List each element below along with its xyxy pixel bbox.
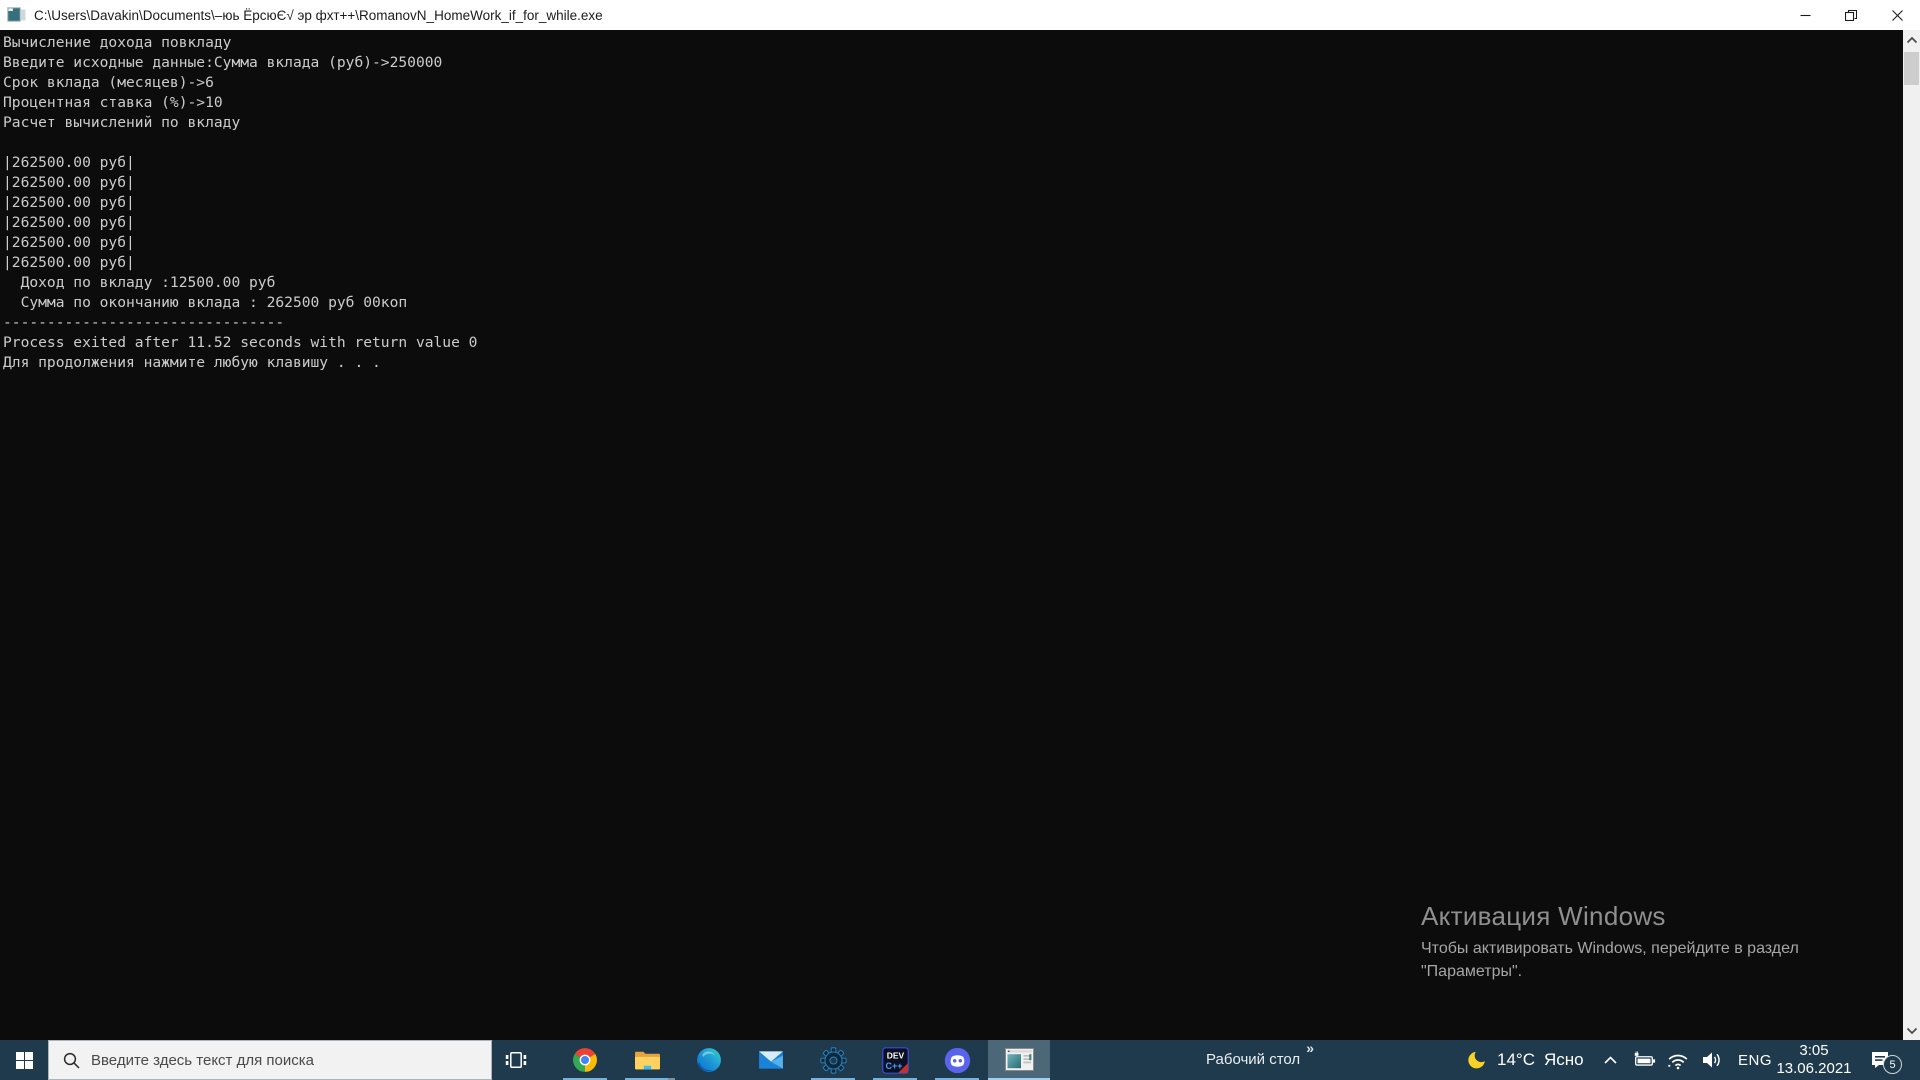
minimize-button[interactable] bbox=[1782, 0, 1828, 30]
window-controls bbox=[1782, 0, 1920, 30]
desktop-toolbar-label[interactable]: Рабочий стол bbox=[1206, 1051, 1300, 1068]
console-line: Вычисление дохода повкладу bbox=[3, 34, 232, 51]
desktop-toolbar[interactable]: Рабочий стол » bbox=[1198, 1040, 1314, 1080]
notification-badge: 5 bbox=[1883, 1055, 1902, 1074]
console-line: Сумма по окончанию вклада : 262500 руб 0… bbox=[3, 294, 408, 311]
watermark-title: Активация Windows bbox=[1421, 901, 1666, 931]
mail-icon bbox=[759, 1051, 783, 1069]
weather-widget[interactable]: 14°C Ясно bbox=[1466, 1040, 1584, 1080]
moon-icon bbox=[1468, 1051, 1485, 1069]
gear-app-icon bbox=[819, 1046, 847, 1074]
window-title: C:\Users\Davakin\Documents\–юь ЁрсюЄ√ эр… bbox=[34, 7, 603, 23]
taskbar-app-file-explorer[interactable] bbox=[616, 1040, 678, 1080]
scroll-up-button[interactable] bbox=[1903, 31, 1920, 48]
close-button[interactable] bbox=[1874, 0, 1920, 30]
console-line: |262500.00 руб| bbox=[3, 194, 135, 211]
dev-cpp-icon: DEV C++ bbox=[881, 1046, 909, 1074]
restore-button[interactable] bbox=[1828, 0, 1874, 30]
taskbar-app-mail[interactable] bbox=[740, 1040, 802, 1080]
console-line: |262500.00 руб| bbox=[3, 174, 135, 191]
chevron-up-icon bbox=[1906, 36, 1917, 43]
watermark-line1: Чтобы активировать Windows, перейдите в … bbox=[1421, 940, 1799, 957]
console-line: Расчет вычислений по вкладу bbox=[3, 114, 241, 131]
system-tray: ENG bbox=[1598, 1040, 1776, 1080]
discord-icon bbox=[944, 1047, 970, 1073]
clock-date: 13.06.2021 bbox=[1776, 1060, 1852, 1077]
file-explorer-icon bbox=[634, 1051, 660, 1070]
taskbar-app-chrome[interactable] bbox=[554, 1040, 616, 1080]
console-scrollbar[interactable] bbox=[1903, 30, 1920, 1040]
weather-condition: Ясно bbox=[1543, 1050, 1584, 1069]
taskbar: DEV C++ bbox=[0, 1040, 1920, 1080]
console-line: Доход по вкладу :12500.00 руб bbox=[3, 274, 276, 291]
windows-start-icon bbox=[15, 1051, 33, 1069]
taskbar-search[interactable] bbox=[48, 1040, 492, 1080]
svg-text:DEV: DEV bbox=[886, 1050, 904, 1060]
taskbar-app-console[interactable] bbox=[988, 1040, 1050, 1080]
console-app-icon bbox=[7, 6, 27, 24]
language-indicator[interactable]: ENG bbox=[1734, 1040, 1776, 1080]
weather-temperature: 14°C bbox=[1497, 1050, 1535, 1069]
taskbar-app-devcpp[interactable]: DEV C++ bbox=[864, 1040, 926, 1080]
console-output[interactable]: Вычисление дохода повкладу Введите исходн… bbox=[0, 30, 1903, 1040]
console-line: Для продолжения нажмите любую клавишу . … bbox=[3, 354, 381, 371]
chevron-down-icon bbox=[1906, 1027, 1917, 1034]
taskbar-apps: DEV C++ bbox=[554, 1040, 1050, 1080]
close-icon bbox=[1891, 9, 1903, 21]
search-input[interactable] bbox=[91, 1051, 481, 1069]
task-view-icon bbox=[505, 1052, 527, 1068]
minimize-icon bbox=[1800, 14, 1810, 16]
restore-icon bbox=[1845, 9, 1857, 21]
console-line: Процентная ставка (%)->10 bbox=[3, 94, 223, 111]
start-button[interactable] bbox=[0, 1040, 48, 1080]
console-line: |262500.00 руб| bbox=[3, 214, 135, 231]
console-line: Process exited after 11.52 seconds with … bbox=[3, 334, 478, 351]
console-window-icon bbox=[1004, 1048, 1034, 1071]
taskbar-clock[interactable]: 3:05 13.06.2021 bbox=[1773, 1040, 1855, 1080]
speaker-icon bbox=[1703, 1052, 1720, 1068]
watermark-line2: "Параметры". bbox=[1421, 963, 1523, 980]
task-view-button[interactable] bbox=[492, 1040, 540, 1080]
chevron-up-icon bbox=[1603, 1056, 1617, 1064]
console-line: Введите исходные данные:Сумма вклада (ру… bbox=[3, 54, 443, 71]
action-center-button[interactable]: 5 bbox=[1866, 1040, 1916, 1080]
taskbar-app-edge[interactable] bbox=[678, 1040, 740, 1080]
svg-text:C++: C++ bbox=[885, 1061, 902, 1071]
volume-indicator[interactable] bbox=[1700, 1040, 1724, 1080]
console-line: -------------------------------- bbox=[3, 314, 285, 331]
windows-activation-watermark: Активация Windows Чтобы активировать Win… bbox=[1421, 901, 1891, 983]
taskbar-app-gear[interactable] bbox=[802, 1040, 864, 1080]
console-line: Срок вклада (месяцев)->6 bbox=[3, 74, 214, 91]
battery-icon bbox=[1634, 1051, 1656, 1066]
chrome-icon bbox=[573, 1048, 597, 1072]
wifi-icon bbox=[1668, 1054, 1688, 1070]
taskbar-app-discord[interactable] bbox=[926, 1040, 988, 1080]
console-line: |262500.00 руб| bbox=[3, 254, 135, 271]
window-titlebar[interactable]: C:\Users\Davakin\Documents\–юь ЁрсюЄ√ эр… bbox=[0, 0, 1920, 30]
battery-indicator[interactable] bbox=[1632, 1040, 1656, 1080]
scroll-down-button[interactable] bbox=[1903, 1022, 1920, 1039]
hidden-icons-button[interactable] bbox=[1598, 1040, 1622, 1080]
search-icon bbox=[63, 1052, 80, 1069]
toolbar-overflow-chevron[interactable]: » bbox=[1306, 1040, 1314, 1056]
edge-icon bbox=[697, 1048, 721, 1072]
network-indicator[interactable] bbox=[1666, 1040, 1690, 1080]
clock-time: 3:05 bbox=[1799, 1042, 1829, 1059]
console-line: |262500.00 руб| bbox=[3, 154, 135, 171]
scrollbar-thumb[interactable] bbox=[1904, 52, 1919, 85]
console-line: |262500.00 руб| bbox=[3, 234, 135, 251]
